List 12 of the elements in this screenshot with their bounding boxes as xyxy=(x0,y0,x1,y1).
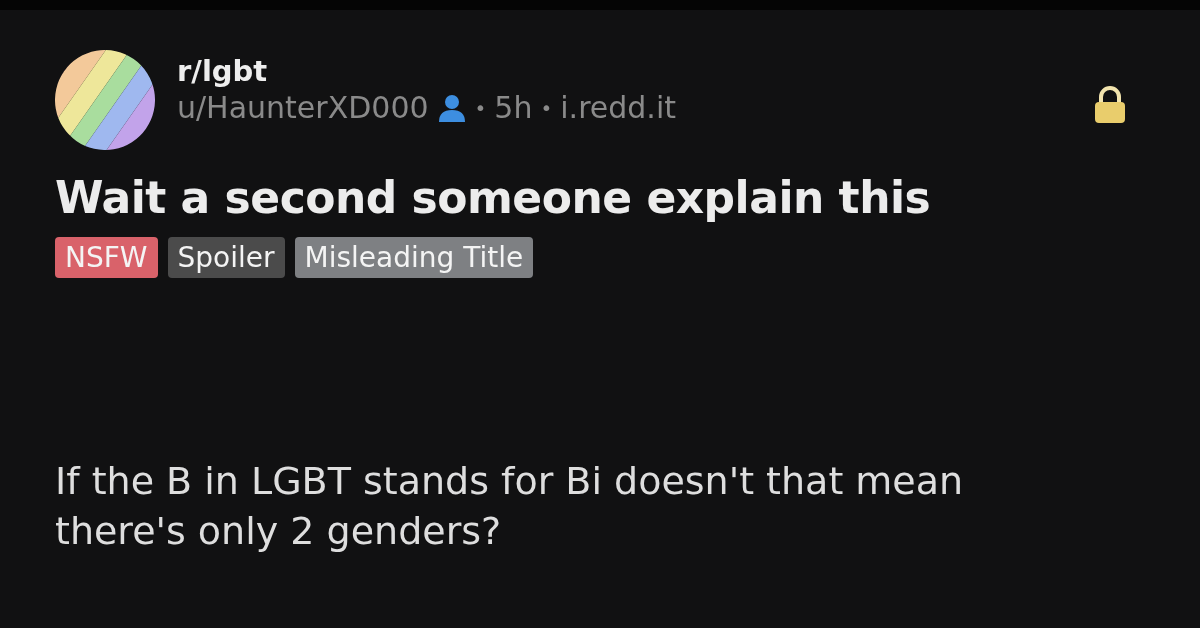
separator-dot: • xyxy=(540,95,553,120)
post-title[interactable]: Wait a second someone explain this xyxy=(55,172,1145,223)
post-body: If the B in LGBT stands for Bi doesn't that mean there's only 2 genders? xyxy=(55,458,965,555)
separator-dot: • xyxy=(474,95,487,120)
author-link[interactable]: u/HaunterXD000 xyxy=(177,90,429,125)
person-icon xyxy=(436,93,467,122)
post-tag: Spoiler xyxy=(167,237,285,278)
post-tag: Misleading Title xyxy=(294,237,534,278)
post-tag: NSFW xyxy=(55,237,158,278)
post-time: 5h xyxy=(494,90,533,125)
subreddit-link[interactable]: r/lgbt xyxy=(177,54,268,88)
domain-link[interactable]: i.redd.it xyxy=(560,90,676,125)
